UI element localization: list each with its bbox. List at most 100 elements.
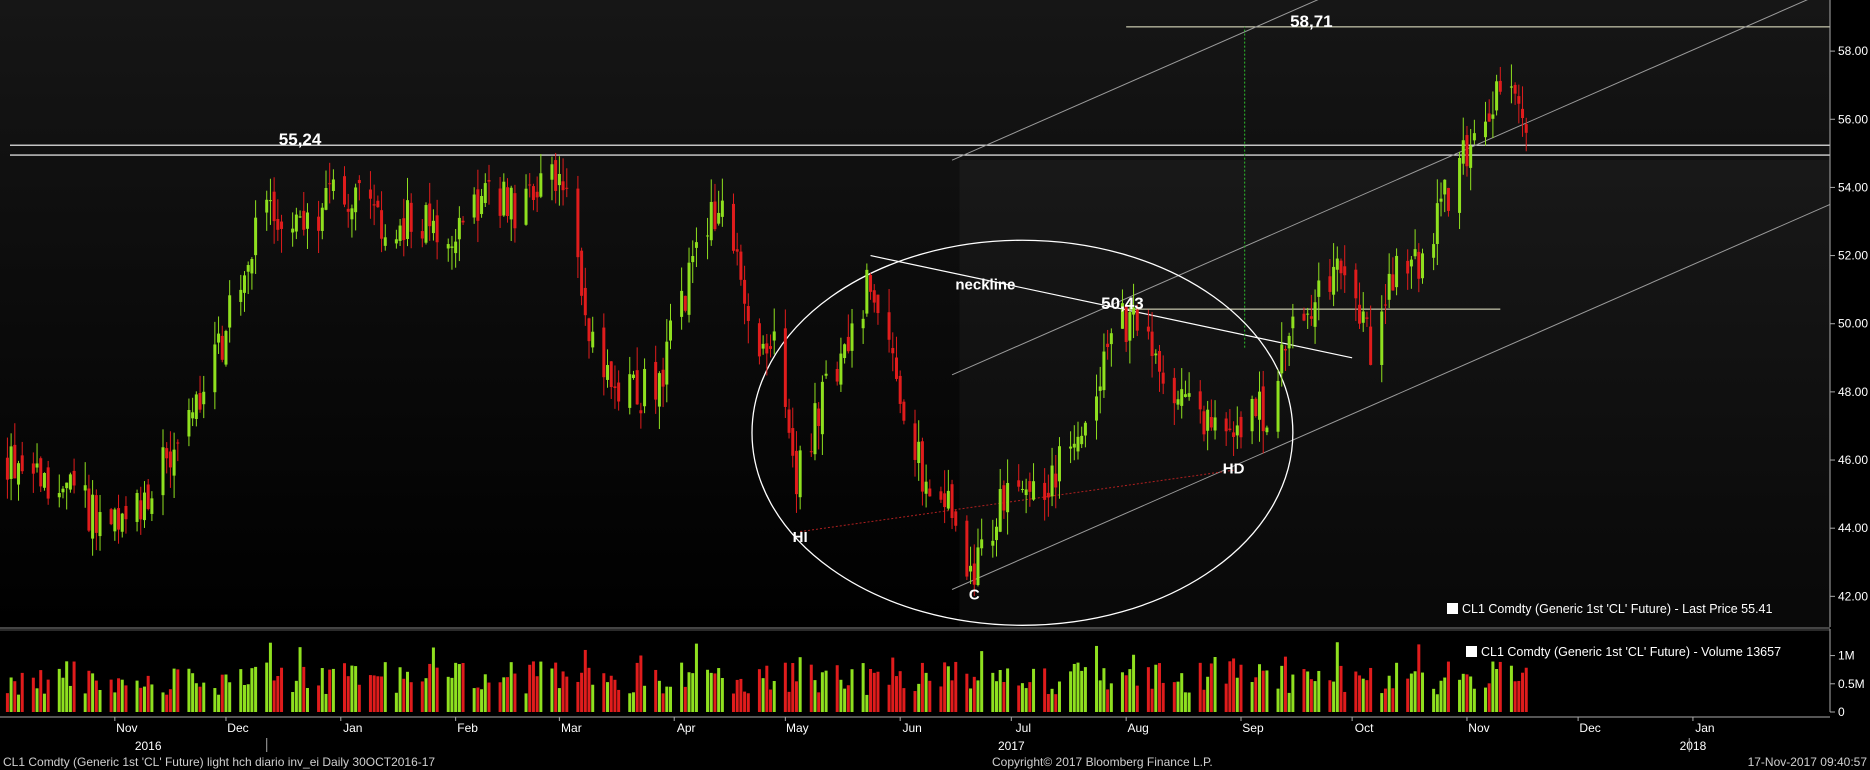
candle-body (761, 343, 765, 349)
volume-bar (1258, 664, 1262, 712)
volume-bar (1098, 680, 1102, 712)
candle-body (946, 490, 950, 509)
price-legend-label: CL1 Comdty (Generic 1st 'CL' Future) - L… (1462, 602, 1772, 616)
month-label: May (786, 721, 809, 735)
candle-body (580, 250, 584, 296)
volume-bar (328, 669, 332, 712)
candle-body (865, 269, 869, 314)
volume-bar (669, 686, 673, 712)
candle-body (1083, 422, 1087, 436)
candle-body (98, 512, 102, 537)
candle-body (224, 331, 228, 365)
candle-body (42, 473, 46, 488)
candle-body (1339, 260, 1343, 274)
volume-bar (902, 688, 906, 712)
month-label: Jun (903, 721, 922, 735)
volume-bar (591, 684, 595, 712)
candle-body (887, 312, 891, 340)
volume-bar (383, 662, 387, 712)
candle-body (602, 327, 606, 378)
volume-bar (1339, 665, 1343, 712)
volume-bar (1280, 665, 1284, 712)
candle-body (639, 410, 643, 414)
price-legend-swatch (1447, 603, 1458, 614)
volume-bar (706, 669, 710, 712)
candle-body (1409, 259, 1413, 267)
candle-body (268, 200, 272, 202)
volume-bar (202, 682, 206, 712)
candle-body (791, 428, 795, 456)
volume-bar (305, 687, 309, 712)
volume-bar (1302, 669, 1306, 712)
candle-body (554, 160, 558, 191)
volume-bar (57, 668, 61, 712)
volume-bar (150, 684, 154, 712)
volume-bar (113, 692, 117, 712)
volume-bar (606, 682, 610, 712)
candle-body (1413, 249, 1417, 257)
volume-bar (731, 693, 735, 712)
volume-bar (1050, 688, 1054, 712)
volume-bar (161, 692, 165, 712)
candle-body (420, 231, 424, 239)
candle-body (1261, 386, 1265, 432)
candle-body (1224, 418, 1228, 432)
candle-body (1235, 425, 1239, 436)
candle-body (354, 187, 358, 213)
annotation-label: HI (793, 529, 808, 546)
volume-bar (1387, 675, 1391, 712)
volume-bar (1395, 662, 1399, 712)
volume-bar (872, 672, 876, 712)
volume-bar (472, 688, 476, 712)
volume-bar (9, 677, 13, 712)
volume-bar (887, 684, 891, 712)
candle-body (176, 442, 180, 444)
volume-bar (772, 681, 776, 712)
candle-body (794, 450, 798, 495)
candle-body (1335, 258, 1339, 270)
volume-bar (13, 681, 17, 712)
price-chart: 55,24 58,71 50,43 neckline HI C HD 58.00 56.00 5… (0, 0, 1870, 754)
volume-bar (583, 649, 587, 712)
candle-body (305, 212, 309, 229)
candle-body (661, 369, 665, 387)
volume-bar (835, 665, 839, 712)
volume-bar (783, 662, 787, 712)
candle-body (1028, 481, 1032, 492)
volume-bar (1120, 672, 1124, 712)
volume-bar (246, 684, 250, 712)
volume-bar (954, 661, 958, 712)
candle-body (657, 373, 661, 407)
candle-body (743, 279, 747, 304)
candle-body (628, 374, 632, 408)
volume-bar (265, 662, 269, 712)
candle-body (317, 216, 321, 231)
candle-body (1354, 269, 1358, 299)
candle-body (272, 191, 276, 222)
volume-bar (791, 663, 795, 712)
volume-bar (1128, 669, 1132, 712)
volume-bar (1206, 676, 1210, 712)
candle-body (380, 210, 384, 239)
volume-bar (1487, 683, 1491, 712)
volume-bar (87, 670, 91, 712)
candle-body (1006, 482, 1010, 513)
volume-bar (946, 666, 950, 712)
volume-bar (1443, 677, 1447, 712)
volume-bar (376, 676, 380, 712)
candle-body (450, 246, 454, 248)
volume-bar (98, 689, 102, 712)
year-label: 2018 (1680, 739, 1707, 753)
candle-body (1383, 304, 1387, 306)
price-tick-label: 46.00 (1838, 453, 1868, 467)
volume-bar (657, 680, 661, 712)
candle-body (94, 495, 98, 533)
candle-body (817, 408, 821, 427)
volume-bar (317, 685, 321, 712)
volume-bar (691, 673, 695, 712)
volume-bar (1283, 656, 1287, 712)
volume-bar (483, 674, 487, 712)
candle-body (731, 203, 735, 251)
candle-body (1187, 393, 1191, 397)
candle-body (820, 381, 824, 435)
